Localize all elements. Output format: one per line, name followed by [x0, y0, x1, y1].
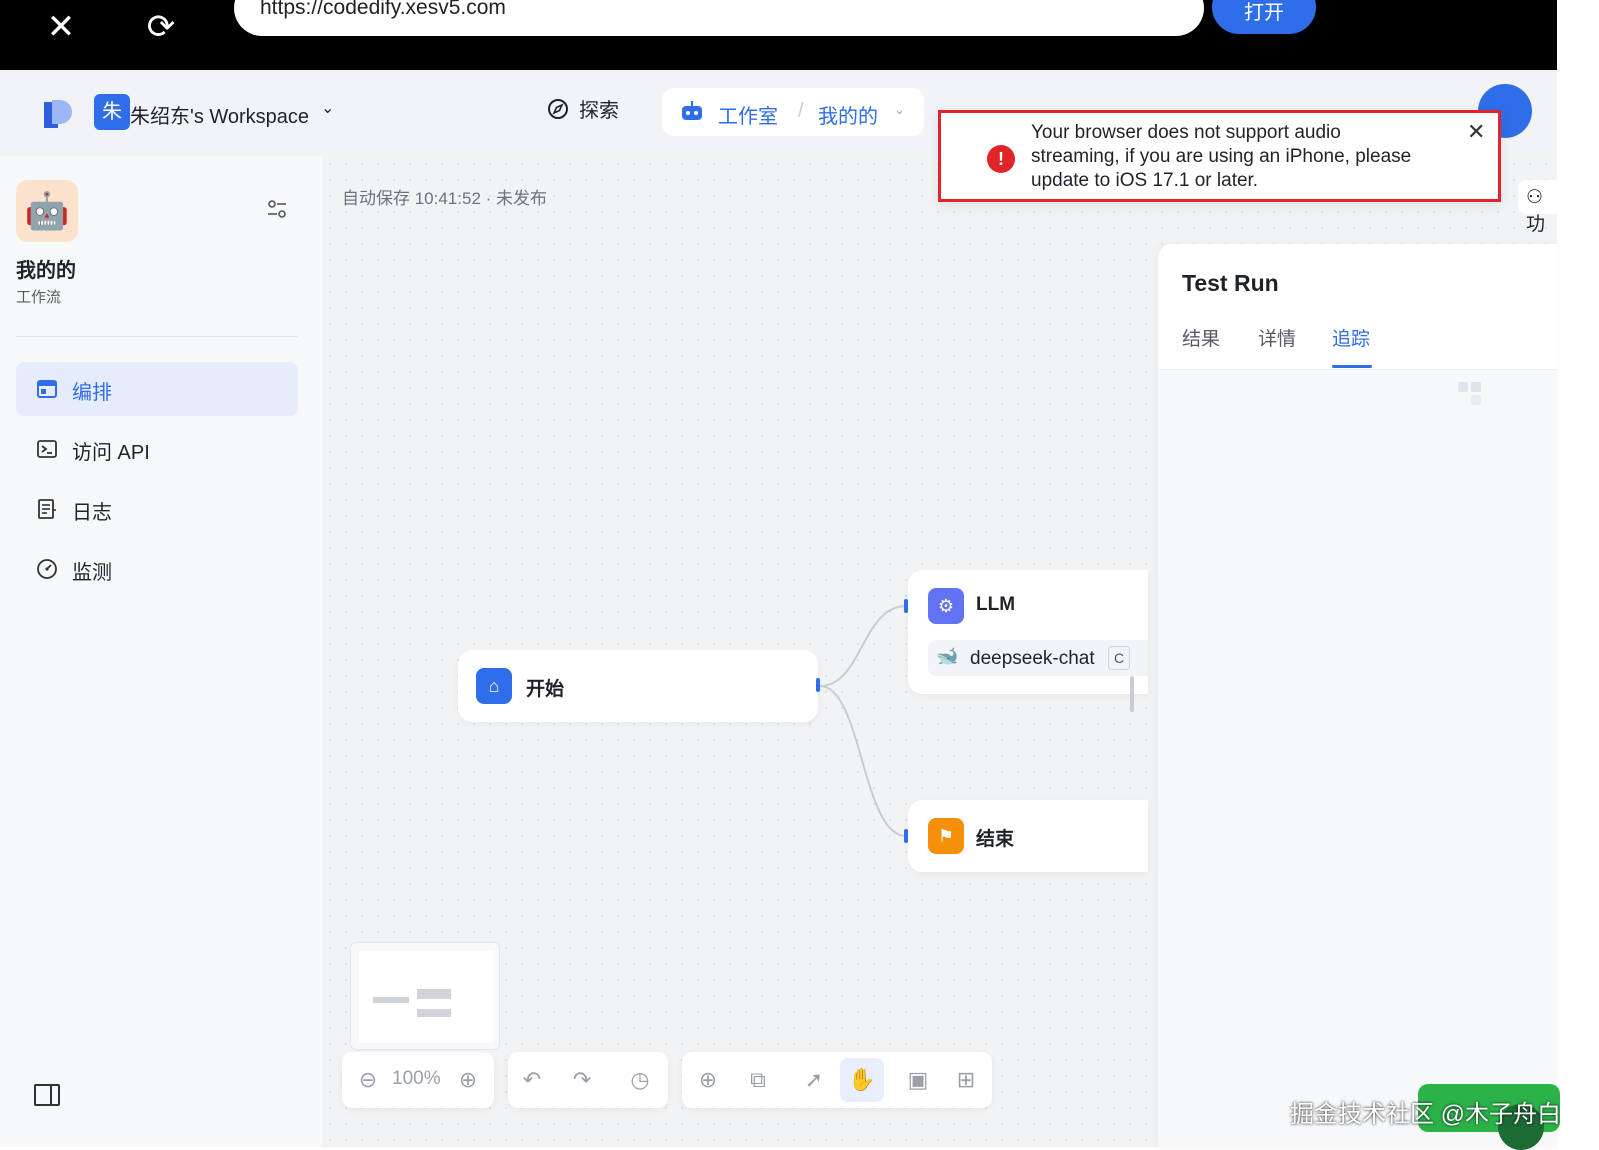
- terminal-icon: [37, 440, 57, 458]
- hand-icon[interactable]: ✋: [840, 1058, 884, 1102]
- model-name: deepseek-chat: [970, 648, 1095, 669]
- workspace-avatar[interactable]: 朱: [94, 94, 130, 130]
- error-toast: ! Your browser does not support audio st…: [938, 110, 1501, 202]
- zoom-level[interactable]: 100%: [392, 1068, 441, 1090]
- brain-icon: ⚙: [928, 588, 964, 624]
- explore-label: 探索: [579, 100, 619, 122]
- app-avatar: 🤖: [16, 180, 78, 242]
- panel-title: Test Run: [1182, 270, 1279, 296]
- settings-sliders-icon[interactable]: [264, 196, 290, 222]
- sidebar: 🤖 我的的 工作流 编排 访问 API 日志 监测: [0, 156, 322, 1147]
- flag-icon: ⚑: [928, 818, 964, 854]
- reload-icon[interactable]: ⟳: [144, 10, 178, 44]
- history-icon[interactable]: ◷: [626, 1066, 654, 1094]
- features-label: 功: [1526, 214, 1546, 235]
- undo-icon[interactable]: ↶: [518, 1066, 546, 1094]
- toast-message: Your browser does not support audio stre…: [1031, 122, 1412, 191]
- llm-node[interactable]: ⚙ LLM 🐋 deepseek-chat C: [908, 570, 1148, 694]
- sidebar-item-monitor[interactable]: 监测: [16, 542, 298, 596]
- browser-bar: ✕ ⟳ https://codedify.xesv5.com 打开: [0, 0, 1557, 70]
- input-port[interactable]: [904, 829, 908, 843]
- node-title: 开始: [526, 679, 565, 700]
- chevron-down-icon[interactable]: ⌄: [894, 102, 905, 118]
- pointer-icon[interactable]: ➚: [800, 1066, 828, 1094]
- divider: [16, 336, 298, 337]
- sidebar-item-label: 访问 API: [72, 442, 150, 464]
- add-note-icon[interactable]: ⧉: [744, 1066, 772, 1094]
- node-title: 结束: [976, 829, 1015, 850]
- sidebar-toggle-icon[interactable]: [34, 1084, 60, 1106]
- sidebar-item-logs[interactable]: 日志: [16, 482, 298, 536]
- tab-tracing[interactable]: 追踪: [1332, 324, 1370, 351]
- zoom-out-icon[interactable]: ⊖: [354, 1066, 382, 1094]
- active-tab-indicator: [1332, 365, 1372, 368]
- zoom-controls: ⊖ 100% ⊕: [342, 1052, 494, 1108]
- end-node[interactable]: ⚑ 结束: [908, 800, 1148, 872]
- sidebar-item-label: 日志: [72, 502, 112, 524]
- watermark: 掘金技术社区 @木子舟白: [1290, 1101, 1562, 1128]
- close-icon[interactable]: ✕: [44, 10, 78, 44]
- studio-label[interactable]: 工作室: [718, 100, 778, 129]
- sidebar-item-orchestrate[interactable]: 编排: [16, 362, 298, 416]
- minimap-viewport: [359, 951, 493, 1043]
- whale-icon: 🐋: [936, 646, 959, 666]
- model-selector[interactable]: 🐋 deepseek-chat C: [928, 640, 1148, 676]
- compass-icon: [548, 98, 568, 119]
- panel-resize-handle[interactable]: [1130, 676, 1134, 712]
- history-controls: ↶ ↷ ◷: [508, 1052, 668, 1108]
- loading-icon: [1458, 382, 1481, 405]
- workspace-name[interactable]: 朱绍东's Workspace: [130, 100, 309, 129]
- tab-detail[interactable]: 详情: [1258, 324, 1296, 351]
- test-run-panel: Test Run 结果 详情 追踪: [1158, 244, 1557, 1147]
- error-icon: !: [987, 145, 1015, 173]
- gauge-icon: [37, 559, 57, 579]
- app-type: 工作流: [16, 289, 62, 306]
- model-tag: C: [1108, 646, 1130, 670]
- breadcrumb-separator: /: [798, 100, 804, 122]
- sidebar-item-label: 监测: [72, 562, 112, 584]
- sidebar-item-label: 编排: [72, 382, 112, 404]
- home-icon: ⌂: [476, 668, 512, 704]
- node-title: LLM: [976, 594, 1016, 615]
- input-port[interactable]: [904, 599, 908, 613]
- studio-nav[interactable]: 工作室 / 我的的 ⌄: [662, 88, 924, 136]
- url-field[interactable]: https://codedify.xesv5.com: [234, 0, 1204, 36]
- tracing-content: [1158, 370, 1557, 1147]
- zoom-in-icon[interactable]: ⊕: [454, 1066, 482, 1094]
- current-app-label[interactable]: 我的的: [818, 100, 878, 129]
- add-node-icon[interactable]: ⊕: [694, 1066, 722, 1094]
- robot-icon: [682, 101, 702, 120]
- app-name: 我的的: [16, 260, 76, 282]
- tab-result[interactable]: 结果: [1182, 324, 1220, 351]
- export-image-icon[interactable]: ▣: [904, 1066, 932, 1094]
- features-button[interactable]: ⚇ 功: [1518, 180, 1558, 235]
- canvas-tools: ⊕ ⧉ ➚ ✋ ▣ ⊞: [682, 1052, 992, 1108]
- output-port[interactable]: [816, 678, 820, 692]
- open-button[interactable]: 打开: [1212, 0, 1316, 34]
- features-icon: ⚇: [1526, 187, 1544, 208]
- minimap[interactable]: [350, 942, 500, 1050]
- start-node[interactable]: ⌂ 开始: [458, 650, 818, 722]
- document-icon: [38, 499, 56, 519]
- layout-organize-icon[interactable]: ⊞: [952, 1066, 980, 1094]
- sidebar-item-api[interactable]: 访问 API: [16, 422, 298, 476]
- logo-icon: [44, 100, 72, 128]
- explore-link[interactable]: 探索: [547, 94, 619, 123]
- chevron-down-icon[interactable]: ⌄: [321, 98, 334, 118]
- close-icon[interactable]: ✕: [1467, 119, 1485, 145]
- redo-icon[interactable]: ↷: [568, 1066, 596, 1094]
- layout-icon: [37, 380, 57, 398]
